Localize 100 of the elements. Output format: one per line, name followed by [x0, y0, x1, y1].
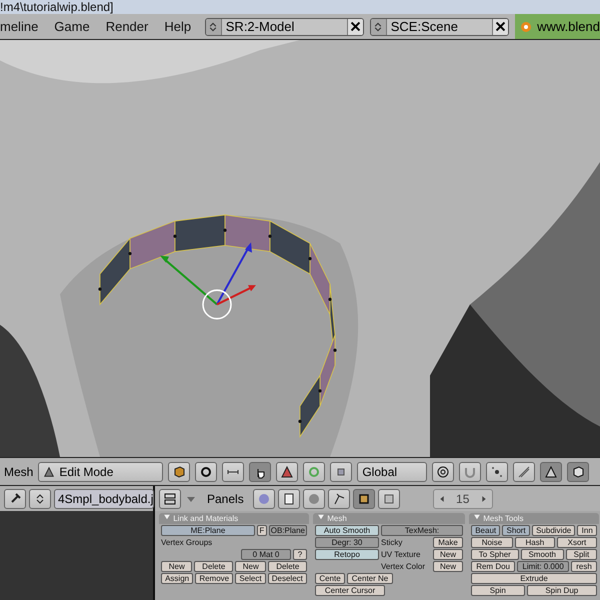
tool-button[interactable]: resh: [571, 561, 597, 572]
object-tab[interactable]: [328, 488, 350, 508]
tool-button[interactable]: Beaut: [471, 525, 500, 536]
orientation-dropdown[interactable]: Global: [357, 462, 428, 482]
hand-button[interactable]: [249, 462, 272, 482]
up-down-icon: [373, 22, 384, 32]
new-button[interactable]: New: [433, 561, 463, 572]
select-mode-button[interactable]: [540, 462, 562, 482]
extrude-button[interactable]: Extrude: [471, 573, 597, 584]
scene-selector[interactable]: SCE:Scene: [370, 18, 510, 36]
tool-button[interactable]: Split: [566, 549, 597, 560]
retopo-button[interactable]: Retopo: [315, 549, 379, 560]
material-button[interactable]: Delete: [268, 561, 308, 572]
browse-button[interactable]: [29, 488, 51, 508]
material-index-field[interactable]: 0 Mat 0: [241, 549, 291, 560]
tool-button[interactable]: Smooth: [520, 549, 564, 560]
picture-icon: [382, 492, 396, 506]
axes-icon: [332, 492, 346, 506]
tool-button[interactable]: Rem Dou: [471, 561, 516, 572]
logic-tab[interactable]: [252, 488, 275, 508]
group-button[interactable]: New: [161, 561, 192, 572]
proportional-button[interactable]: [432, 462, 454, 482]
group-button[interactable]: Assign: [161, 573, 194, 584]
menu-item[interactable]: Game: [46, 19, 98, 34]
menu-item[interactable]: Help: [156, 19, 200, 34]
up-down-icon: [208, 22, 218, 32]
draw-type-button[interactable]: [168, 462, 190, 482]
frame-number-field[interactable]: 15: [432, 488, 493, 508]
vertex-groups-label: Vertex Groups: [161, 538, 212, 548]
tool-button[interactable]: Hash: [514, 537, 555, 548]
spin-button[interactable]: Spin Dup: [526, 585, 597, 596]
website-link[interactable]: www.blend: [537, 19, 600, 34]
menu-item[interactable]: Render: [98, 19, 156, 34]
mesh-name-field[interactable]: ME:Plane: [161, 525, 255, 536]
object-name-field[interactable]: OB:Plane: [268, 525, 307, 536]
spin-button[interactable]: Spin: [471, 585, 525, 596]
new-button[interactable]: New: [433, 549, 463, 560]
window-title: !m4\tutorialwip.blend]: [0, 0, 114, 14]
document-icon: [282, 492, 296, 506]
select-mode-button[interactable]: [486, 462, 508, 482]
tool-button[interactable]: Inn: [577, 525, 597, 536]
material-button[interactable]: New: [235, 561, 266, 572]
center-button[interactable]: Cente: [315, 573, 345, 584]
texmesh-field[interactable]: TexMesh:: [381, 525, 463, 536]
material-button[interactable]: Deselect: [268, 573, 307, 584]
center-button[interactable]: Center Ne: [347, 573, 393, 584]
group-button[interactable]: Delete: [194, 561, 234, 572]
tool-button[interactable]: Short: [502, 525, 530, 536]
occlude-button[interactable]: [567, 462, 590, 482]
scale-button[interactable]: [330, 462, 352, 482]
field-label: UV Texture: [381, 550, 422, 560]
shading-tab[interactable]: [302, 488, 325, 508]
left-arrow-icon: [438, 494, 446, 502]
mesh-menu[interactable]: Mesh: [4, 464, 34, 478]
pivot-icon: [199, 464, 214, 478]
window-icon: [163, 492, 177, 506]
help-button[interactable]: ?: [293, 549, 307, 560]
pivot-button[interactable]: [195, 462, 218, 482]
widget-button[interactable]: [222, 462, 244, 482]
tool-button[interactable]: Xsort: [556, 537, 597, 548]
triangle-icon: [280, 464, 294, 478]
file-name-field[interactable]: 4Smpl_bodybald.j: [54, 488, 154, 508]
caret-icon: [317, 513, 325, 521]
editing-tab[interactable]: [352, 488, 375, 508]
make-button[interactable]: Make: [433, 537, 463, 548]
tool-button[interactable]: Subdivide: [532, 525, 576, 536]
degree-field[interactable]: Degr: 30: [315, 537, 379, 548]
tool-button[interactable]: Noise: [471, 537, 513, 548]
menu-item[interactable]: meline: [0, 19, 46, 34]
window-type-button[interactable]: [159, 488, 181, 508]
scene-tab[interactable]: [378, 488, 400, 508]
number-field[interactable]: Limit: 0.000: [517, 561, 569, 572]
center-cursor-button[interactable]: Center Cursor: [315, 585, 385, 596]
fake-user-button[interactable]: F: [256, 525, 267, 536]
rotate-button[interactable]: [303, 462, 326, 482]
caret-icon: [163, 513, 171, 521]
close-icon: [495, 21, 506, 32]
circle-icon: [307, 464, 322, 478]
logo-icon: [519, 20, 534, 34]
close-icon: [350, 21, 362, 32]
group-button[interactable]: Remove: [195, 573, 234, 584]
pin-button[interactable]: [4, 488, 26, 508]
material-button[interactable]: Select: [235, 573, 266, 584]
auto-smooth-button[interactable]: Auto Smooth: [315, 525, 379, 536]
snap-button[interactable]: [459, 462, 482, 482]
vertex-icon: [490, 464, 504, 478]
triangle-icon: [43, 466, 56, 478]
panels-label: Panels: [207, 492, 244, 506]
screen-selector[interactable]: SR:2-Model: [205, 18, 364, 36]
square-icon: [356, 492, 371, 506]
tool-button[interactable]: To Spher: [471, 549, 519, 560]
mode-dropdown[interactable]: Edit Mode: [38, 462, 164, 482]
field-label: Sticky: [381, 538, 404, 548]
edge-icon: [517, 464, 532, 478]
caret-icon: [473, 513, 481, 521]
target-icon: [436, 464, 450, 478]
script-tab[interactable]: [278, 488, 300, 508]
triangle-icon: [544, 464, 558, 478]
translate-button[interactable]: [276, 462, 298, 482]
sphere-icon: [306, 492, 321, 506]
